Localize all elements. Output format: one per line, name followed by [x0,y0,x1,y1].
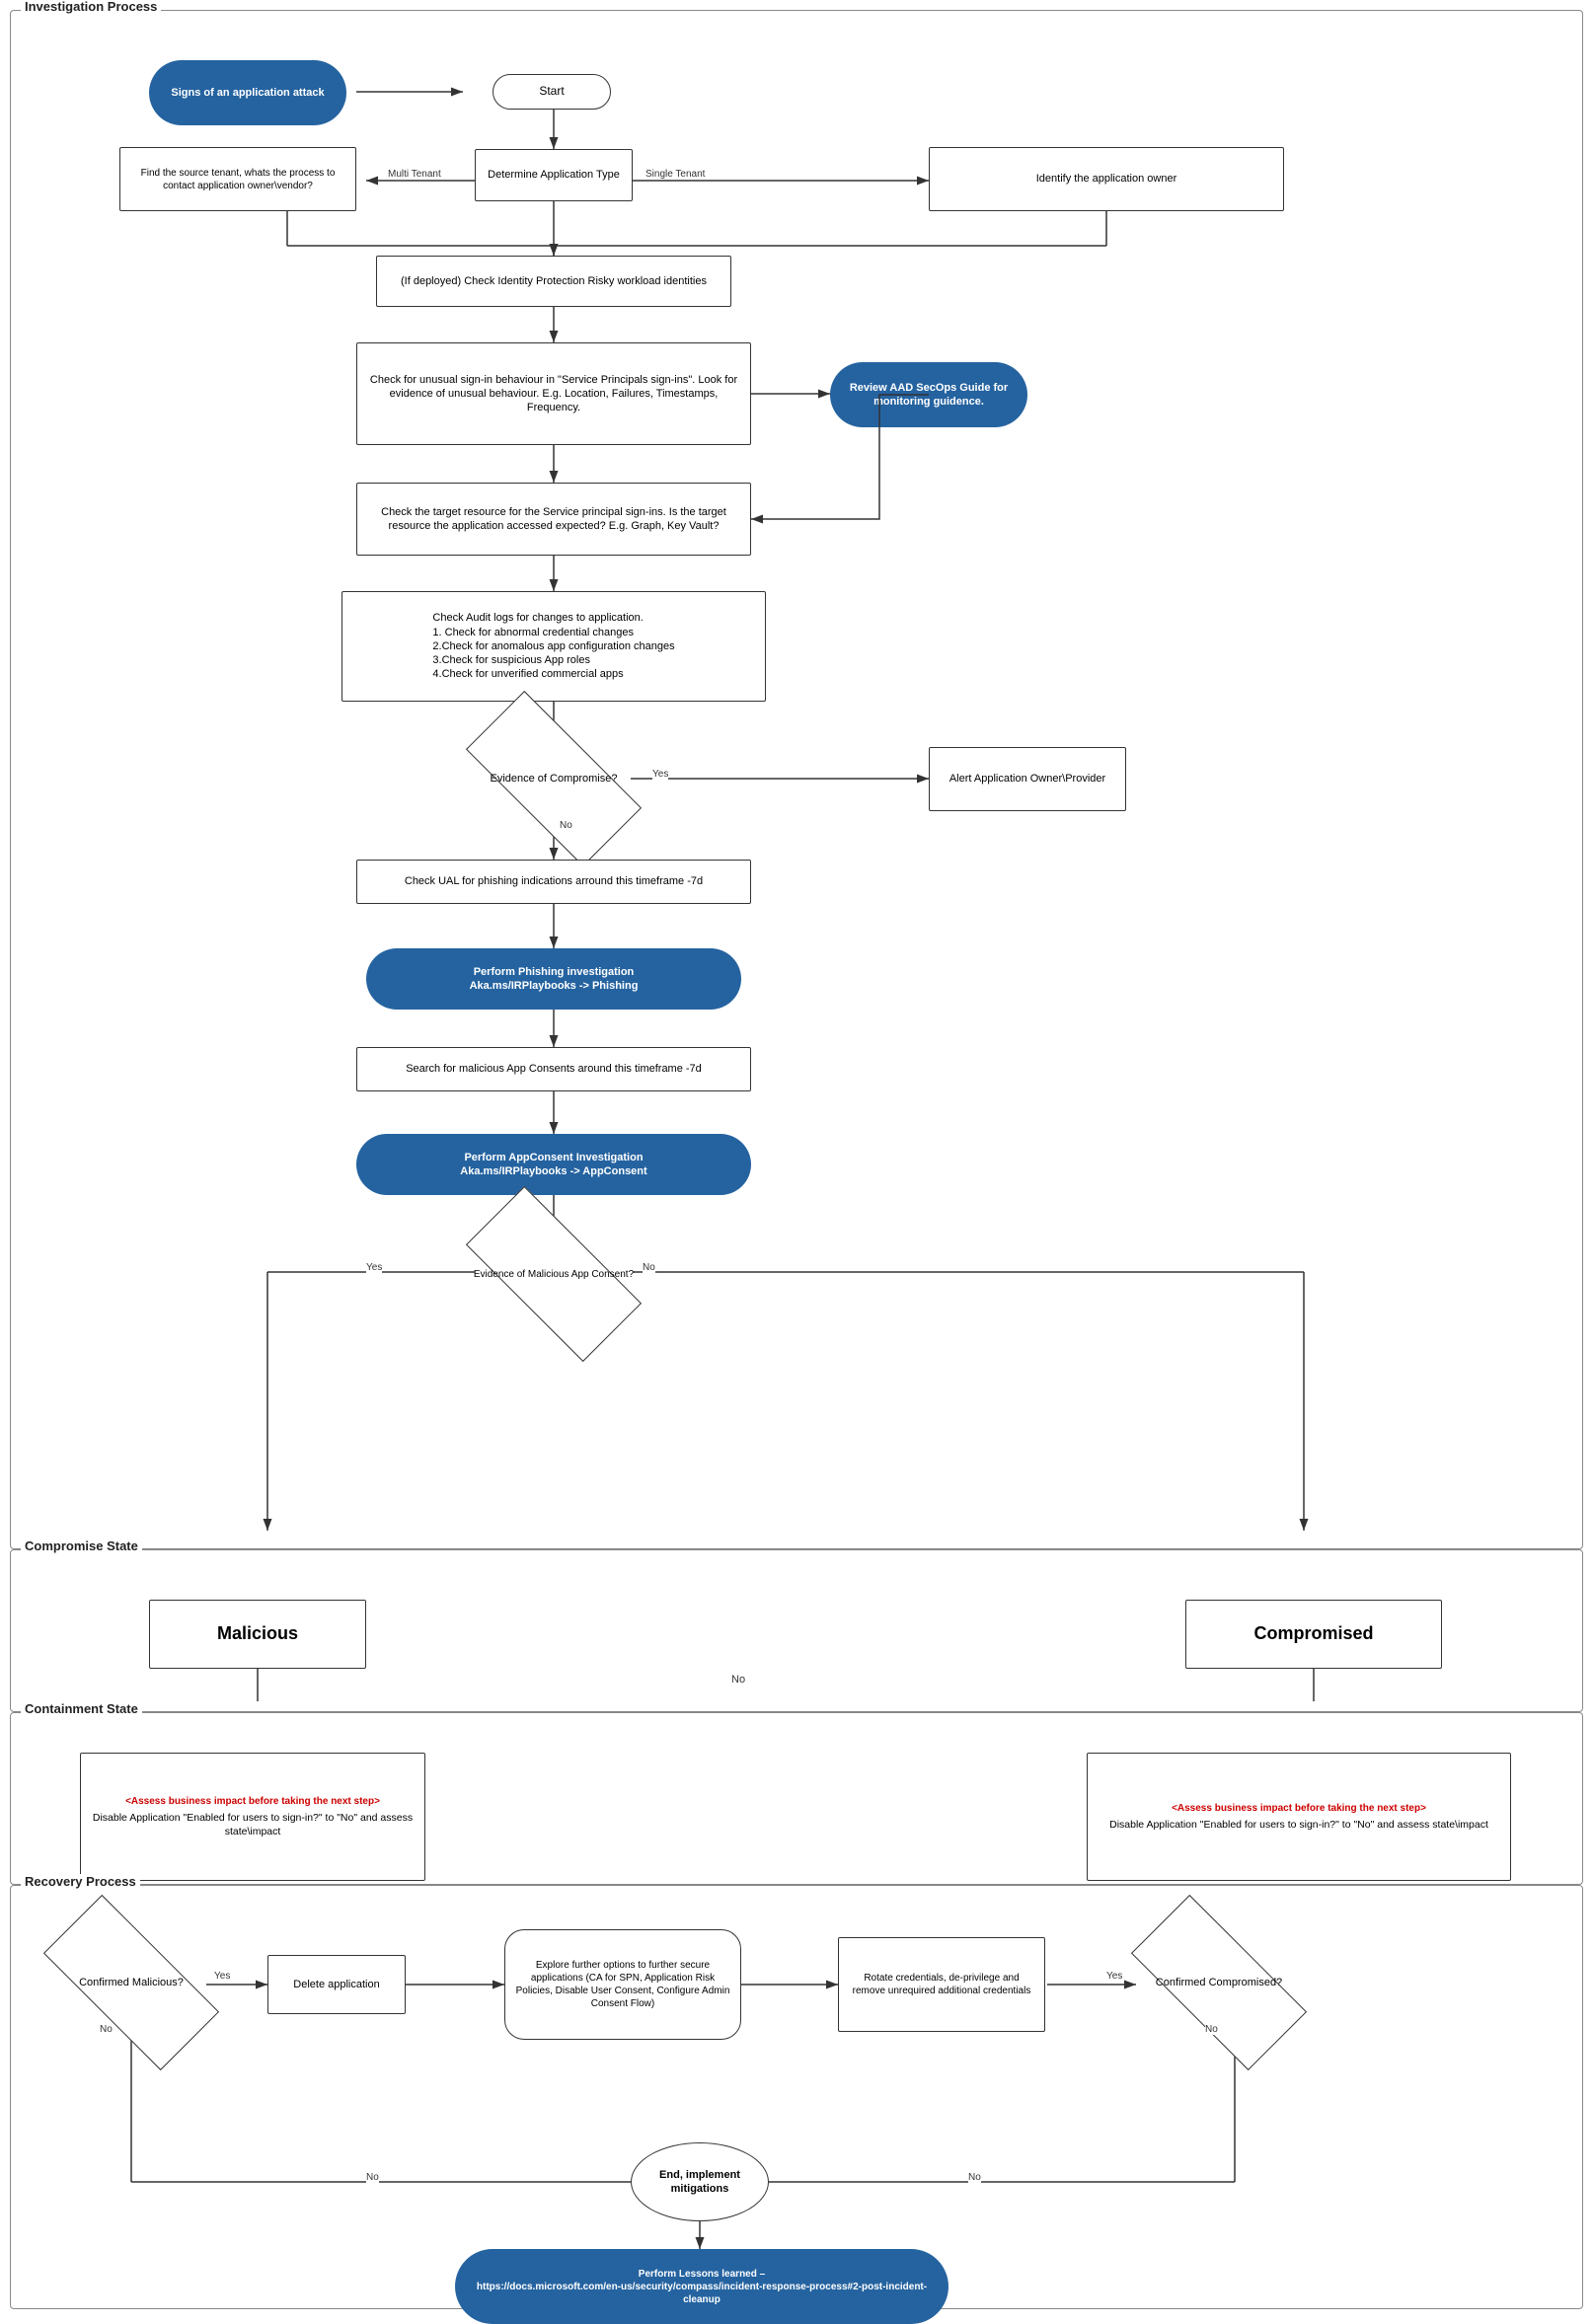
bottom-no-left: No [366,2172,379,2183]
compromise-flowchart: Malicious Compromised No [21,1570,1572,1701]
start-node: Start [493,74,611,110]
compromise-no-label: No [731,1674,745,1686]
confirmed-malicious-node: Confirmed Malicious? [48,1941,214,2024]
compromised-node: Compromised [1185,1600,1442,1669]
search-malicious-node: Search for malicious App Consents around… [356,1047,751,1091]
evidence-compromise-node: Evidence of Compromise? [471,737,637,820]
rotate-credentials-node: Rotate credentials, de-privilege and rem… [838,1937,1045,2032]
check-ual-node: Check UAL for phishing indications arrou… [356,860,751,904]
evidence-yes-label: Yes [652,769,668,780]
compromise-label: Compromise State [21,1538,142,1553]
investigation-section: Investigation Process [10,10,1583,1549]
containment-right-red: <Assess business impact before taking th… [1172,1802,1426,1815]
containment-label: Containment State [21,1701,142,1716]
bottom-no-right: No [968,2172,981,2183]
perform-phishing-node: Perform Phishing investigation Aka.ms/IR… [366,948,741,1010]
confirmed-compromised-node: Confirmed Compromised? [1136,1941,1302,2024]
check-identity-protection-node: (If deployed) Check Identity Protection … [376,256,731,307]
recovery-flowchart: Confirmed Malicious? Yes No Delete appli… [21,1906,1572,2298]
single-tenant-label: Single Tenant [645,169,705,180]
investigation-arrows [21,31,1572,1538]
explore-further-node: Explore further options to further secur… [504,1929,741,2040]
investigation-label: Investigation Process [21,0,161,14]
find-source-tenant-node: Find the source tenant, whats the proces… [119,147,356,211]
identify-owner-node: Identify the application owner [929,147,1284,211]
multi-tenant-label: Multi Tenant [388,169,441,180]
conf-mal-no: No [100,2024,113,2035]
containment-section: Containment State <Assess business impac… [10,1712,1583,1885]
containment-flowchart: <Assess business impact before taking th… [21,1733,1572,1874]
review-aad-node: Review AAD SecOps Guide for monitoring g… [830,362,1027,427]
containment-left-node: <Assess business impact before taking th… [80,1753,425,1881]
check-unusual-signin-node: Check for unusual sign-in behaviour in "… [356,342,751,445]
delete-application-node: Delete application [267,1955,406,2014]
recovery-section: Recovery Process [10,1885,1583,2309]
perform-lessons-node: Perform Lessons learned – https://docs.m… [455,2249,948,2324]
malicious-no-label: No [643,1262,655,1273]
malicious-node: Malicious [149,1600,366,1669]
recovery-label: Recovery Process [21,1874,140,1889]
signs-attack-node: Signs of an application attack [149,60,346,125]
conf-comp-no: No [1205,2024,1218,2035]
check-audit-logs-node: Check Audit logs for changes to applicat… [341,591,766,702]
end-implement-node: End, implement mitigations [631,2142,769,2221]
perform-appconsent-node: Perform AppConsent Investigation Aka.ms/… [356,1134,751,1195]
malicious-yes-label: Yes [366,1262,382,1273]
review-aad-arrow [21,31,1572,1538]
evidence-no-label: No [560,820,572,831]
containment-left-body: Disable Application "Enabled for users t… [91,1812,415,1838]
compromise-section: Compromise State Malicious Compromised N… [10,1549,1583,1712]
aad-to-target-arrow [21,31,1572,1538]
check-target-resource-node: Check the target resource for the Servic… [356,483,751,556]
containment-right-node: <Assess business impact before taking th… [1087,1753,1511,1881]
determine-app-type-node: Determine Application Type [475,149,633,201]
evidence-malicious-node: Evidence of Malicious App Consent? [471,1233,637,1315]
containment-left-red: <Assess business impact before taking th… [125,1795,380,1808]
conf-comp-yes: Yes [1106,1971,1122,1982]
recovery-arrows [21,1906,1572,2298]
investigation-flowchart: Start Signs of an application attack Det… [21,31,1572,1538]
page-wrapper: Investigation Process [0,0,1593,2319]
alert-owner-node: Alert Application Owner\Provider [929,747,1126,811]
containment-right-body: Disable Application "Enabled for users t… [1109,1819,1488,1833]
conf-mal-yes: Yes [214,1971,230,1982]
